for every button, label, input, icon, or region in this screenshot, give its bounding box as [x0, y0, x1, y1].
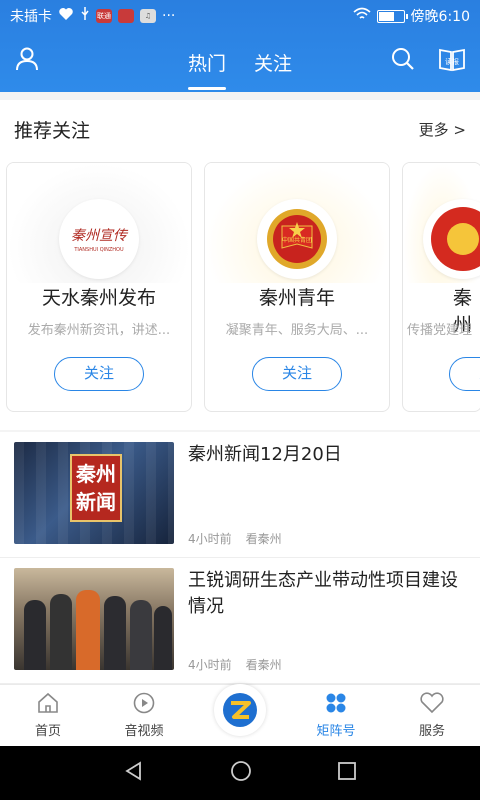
home-circle-icon[interactable]: [230, 760, 252, 786]
nav-service[interactable]: 服务: [384, 685, 480, 746]
news-time: 4小时前: [188, 532, 232, 546]
recommend-cards: 秦州宣传 TIANSHUI QINZHOU 天水秦州发布 发布秦州新资讯，讲述.…: [6, 162, 480, 412]
wifi-icon: [353, 7, 371, 25]
news-title: 秦州新闻12月20日: [188, 444, 342, 465]
heart-outline-icon: [419, 692, 445, 718]
app-header: 未插卡 联通 ♫ ··· 傍晚6:10 热门 关注 读报: [0, 0, 480, 92]
recommend-card[interactable]: 秦州宣传 TIANSHUI QINZHOU 天水秦州发布 发布秦州新资讯，讲述.…: [6, 162, 192, 412]
card-desc: 凝聚青年、服务大局、...: [225, 323, 369, 338]
recents-icon[interactable]: [337, 761, 357, 785]
recommend-card[interactable]: 中国共青团 秦州青年 凝聚青年、服务大局、... 关注: [204, 162, 390, 412]
back-icon[interactable]: [123, 760, 145, 786]
grid-icon: [324, 692, 348, 718]
tab-follow[interactable]: 关注: [254, 43, 292, 82]
book-label: 读报: [445, 57, 459, 66]
follow-button[interactable]: 关注: [54, 357, 144, 391]
card-name: 秦州青年: [258, 287, 335, 309]
nav-center[interactable]: [192, 683, 288, 746]
news-source: 看秦州: [245, 658, 282, 672]
heart-icon: [58, 7, 74, 25]
carrier-text: 未插卡: [10, 9, 52, 25]
nav-matrix-label: 矩阵号: [316, 724, 356, 739]
tab-hot[interactable]: 热门: [187, 43, 227, 90]
system-nav-bar: [0, 746, 480, 800]
status-time: 傍晚6:10: [410, 9, 470, 25]
card-name: 天水秦州发布: [41, 287, 156, 309]
nav-matrix[interactable]: 矩阵号: [288, 685, 384, 746]
news-source: 看秦州: [245, 532, 282, 546]
recommend-section: 推荐关注 更多 > 秦州宣传 TIANSHUI QINZHOU 天水秦州发布 发…: [0, 100, 480, 430]
nav-video[interactable]: 音视频: [96, 685, 192, 746]
news-meta: 4小时前 看秦州: [188, 530, 282, 547]
battery-icon: [376, 9, 408, 23]
search-icon[interactable]: [390, 46, 416, 72]
top-tabs: 热门 关注: [187, 43, 292, 90]
news-item[interactable]: 王锐调研生态产业带动性项目建设情况 4小时前 看秦州: [0, 558, 480, 684]
news-thumbnail: [14, 568, 174, 670]
youth-league-logo: 中国共青团: [257, 199, 337, 279]
home-icon: [36, 692, 60, 718]
usb-icon: [80, 6, 90, 26]
nav-video-label: 音视频: [124, 724, 164, 739]
follow-button[interactable]: 关注: [252, 357, 342, 391]
top-nav: 热门 关注 读报: [0, 32, 480, 92]
nav-home-label: 首页: [34, 724, 61, 739]
user-icon[interactable]: [14, 46, 40, 72]
recommend-title: 推荐关注: [14, 119, 91, 142]
calendar-icon: [118, 9, 134, 23]
news-item[interactable]: 秦州 新闻 秦州新闻12月20日 4小时前 看秦州: [0, 432, 480, 558]
more-link[interactable]: 更多 >: [419, 119, 466, 140]
news-time: 4小时前: [188, 658, 232, 672]
qinzhou-propaganda-logo: 秦州宣传 TIANSHUI QINZHOU: [59, 199, 139, 279]
more-notifications: ···: [162, 8, 176, 24]
news-list: 秦州 新闻 秦州新闻12月20日 4小时前 看秦州 王锐调研生态产业带动性项目建…: [0, 432, 480, 684]
svg-text:中国共青团: 中国共青团: [282, 236, 312, 244]
play-icon: [132, 692, 156, 718]
music-icon: ♫: [140, 9, 156, 23]
card-desc: 发布秦州新资讯，讲述...: [27, 323, 171, 338]
follow-button[interactable]: 关注: [449, 357, 480, 391]
news-thumbnail: 秦州 新闻: [14, 442, 174, 544]
nav-home[interactable]: 首页: [0, 685, 96, 746]
card-desc: 传播党建理: [407, 323, 473, 338]
app-logo-icon: [214, 683, 266, 736]
bottom-nav: 首页 音视频 矩阵号 服务: [0, 683, 480, 746]
news-meta: 4小时前 看秦州: [188, 656, 282, 673]
app-badge-icon: 联通: [96, 9, 112, 23]
newspaper-icon[interactable]: 读报: [438, 46, 466, 72]
recommend-card[interactable]: 秦州 传播党建理 关注: [402, 162, 480, 412]
nav-service-label: 服务: [418, 724, 445, 739]
status-bar: 未插卡 联通 ♫ ··· 傍晚6:10: [0, 0, 480, 32]
recommend-header: 推荐关注 更多 >: [0, 100, 480, 158]
news-title: 王锐调研生态产业带动性项目建设情况: [188, 570, 458, 617]
